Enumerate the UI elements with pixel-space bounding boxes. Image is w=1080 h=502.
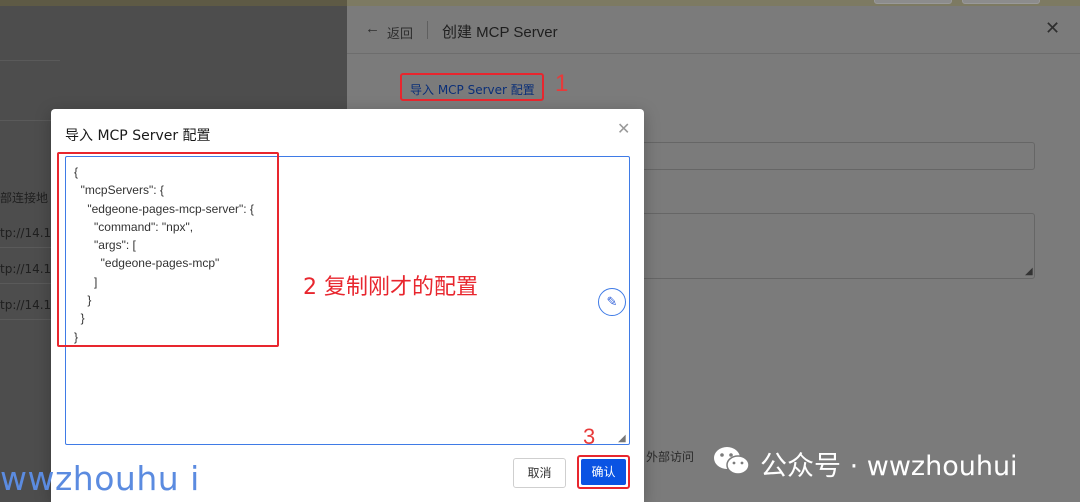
bg-text: tp://14.10 xyxy=(0,262,59,276)
header-divider xyxy=(427,21,428,39)
step-3-annotation: 3 xyxy=(583,424,596,449)
close-icon[interactable]: ✕ xyxy=(617,119,630,139)
bg-text: tp://14.10 xyxy=(0,226,59,240)
resize-handle[interactable]: ◢ xyxy=(618,433,626,444)
magic-wand-icon[interactable]: ✎ xyxy=(598,288,626,316)
import-config-modal: 导入 MCP Server 配置 ✕ { "mcpServers": { "ed… xyxy=(51,109,644,502)
external-access-label: 外部访问 xyxy=(646,450,695,464)
step-2-highlight-box xyxy=(57,152,279,347)
description-textarea[interactable] xyxy=(637,213,1035,279)
cancel-button[interactable]: 取消 xyxy=(513,458,566,488)
name-input[interactable] xyxy=(637,142,1035,170)
bg-text: tp://14.10 xyxy=(0,298,59,312)
back-link[interactable]: 返回 xyxy=(387,23,413,42)
resize-handle[interactable]: ◢ xyxy=(1025,266,1033,277)
arrow-left-icon[interactable]: ← xyxy=(365,20,380,37)
import-config-label: 导入 MCP Server 配置 xyxy=(410,83,535,97)
top-strip xyxy=(0,0,347,6)
watermark-right-text: 公众号 · wwzhouhui xyxy=(760,451,1018,482)
config-json-textarea[interactable]: { "mcpServers": { "edgeone-pages-mcp-ser… xyxy=(57,152,630,445)
drawer-title: 创建 MCP Server xyxy=(442,24,558,41)
close-icon[interactable]: ✕ xyxy=(1045,18,1060,39)
step-2-annotation: 2 复制刚才的配置 xyxy=(303,275,478,300)
bg-text: 部连接地 xyxy=(0,191,49,205)
divider xyxy=(0,60,60,61)
drawer-header: ← 返回 创建 MCP Server ✕ xyxy=(347,6,1080,54)
step-1-annotation: 1 xyxy=(555,70,569,97)
step-3-highlight-box: 确认 xyxy=(577,455,630,489)
import-config-button[interactable]: 导入 MCP Server 配置 xyxy=(400,73,544,101)
watermark-left: wwzhouhu i xyxy=(0,459,200,498)
banner-button[interactable] xyxy=(874,0,952,4)
wechat-icon xyxy=(714,447,750,475)
banner-button[interactable] xyxy=(962,0,1040,4)
modal-title: 导入 MCP Server 配置 xyxy=(65,128,211,144)
confirm-button[interactable]: 确认 xyxy=(581,459,626,485)
